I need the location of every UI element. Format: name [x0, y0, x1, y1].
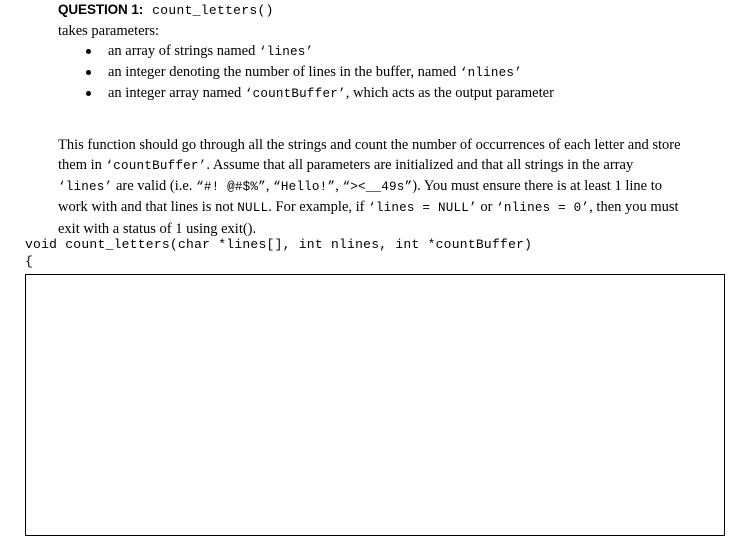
list-item: an array of strings named ‘lines’ [84, 41, 554, 62]
parameter-description-pre: an integer array named [108, 85, 245, 101]
parameters-intro-text: takes parameters: [58, 23, 160, 39]
parameter-description-pre: an integer denoting the number of lines … [108, 64, 460, 80]
parameter-description-post: , which acts as the output parameter [345, 85, 554, 101]
description-code-null: NULL [237, 201, 269, 216]
answer-area[interactable] [25, 274, 725, 536]
question-heading: QUESTION 1: count_letters() [58, 2, 274, 19]
description-code-example-2: “Hello!” [273, 180, 336, 195]
parameter-code-name: ‘countBuffer’ [244, 87, 346, 101]
function-signature-line: void count_letters(char *lines[], int nl… [25, 237, 533, 252]
description-segment: . Assume that all parameters are initial… [206, 156, 634, 173]
description-code-countbuffer: ‘countBuffer’ [105, 158, 207, 173]
bullet-dot-icon [86, 70, 91, 75]
description-segment: . For example, if [268, 199, 369, 216]
document-page: QUESTION 1: count_letters() takes paramet… [0, 0, 740, 536]
bullet-dot-icon [86, 91, 91, 96]
description-code-lines-null: ‘lines = NULL’ [368, 201, 477, 216]
parameter-code-name: ‘nlines’ [459, 66, 522, 80]
description-code-nlines-zero: ‘nlines = 0’ [496, 201, 590, 216]
question-description-paragraph: This function should go through all the … [58, 135, 686, 239]
parameter-code-name: ‘lines’ [259, 45, 314, 59]
description-code-example-3: “><__49s” [342, 180, 413, 195]
description-code-example-1: “#! @#$%” [196, 180, 266, 195]
question-number-label: QUESTION 1: [58, 2, 144, 17]
bullet-dot-icon [86, 49, 91, 54]
description-code-lines: ‘lines’ [58, 180, 113, 195]
description-segment: are valid (i.e. [112, 178, 197, 195]
function-signature-block: void count_letters(char *lines[], int nl… [25, 236, 532, 270]
list-item: an integer denoting the number of lines … [84, 62, 554, 83]
description-segment: or [476, 199, 497, 216]
opening-brace: { [25, 254, 34, 269]
parameter-description-pre: an array of strings named [108, 43, 259, 59]
question-function-name: count_letters() [152, 3, 274, 18]
parameter-list: an array of strings named ‘lines’ an int… [84, 41, 554, 104]
list-item: an integer array named ‘countBuffer’, wh… [84, 83, 554, 104]
